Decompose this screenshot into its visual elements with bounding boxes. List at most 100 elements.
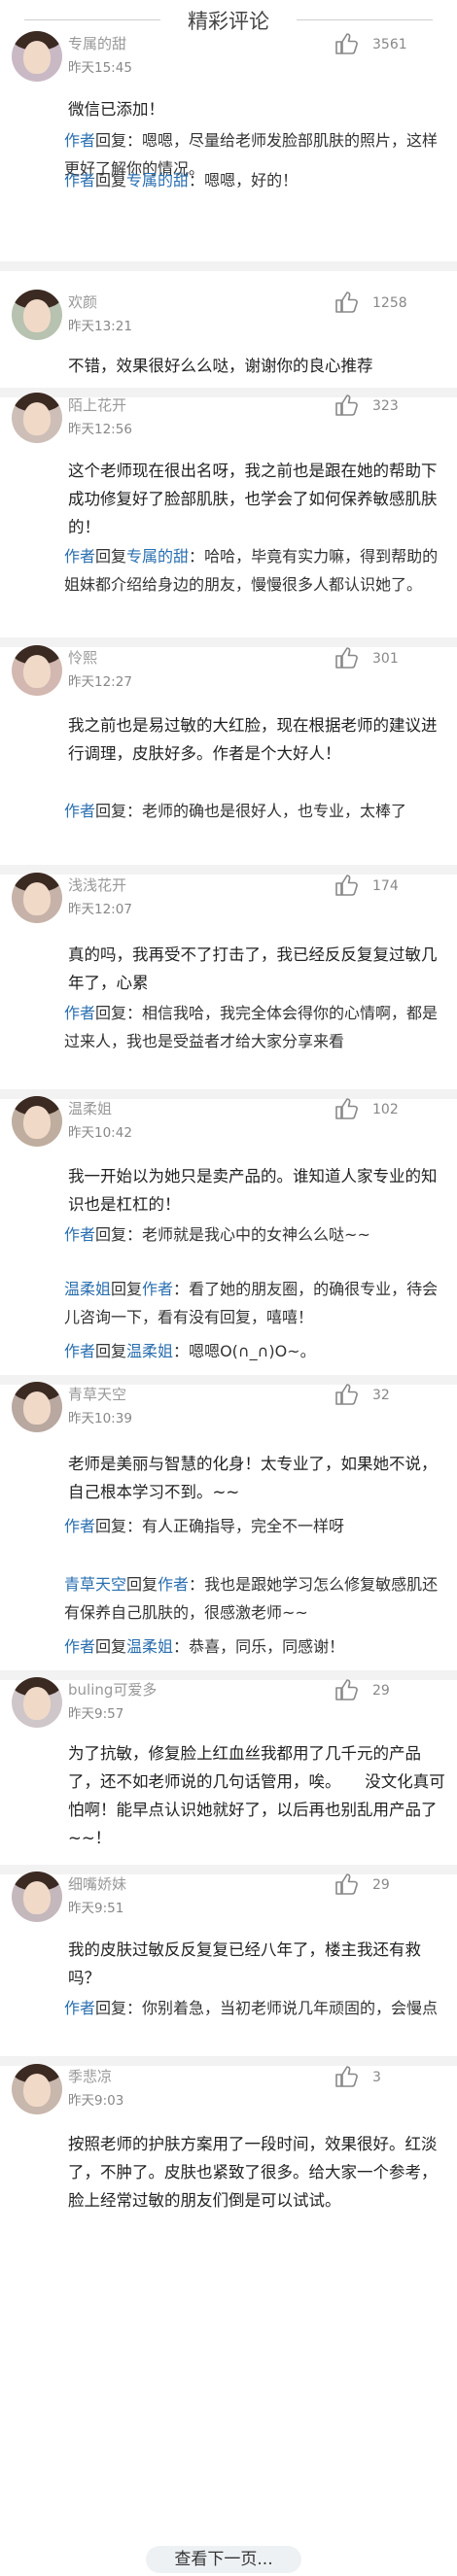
like-count: 102	[372, 1102, 399, 1117]
reply: 作者回复专属的甜：哈哈，毕竟有实力嘛，得到帮助的姐妹都介绍给身边的朋友，慢慢很多…	[64, 542, 445, 599]
divider	[297, 19, 433, 20]
reply-word: 回复	[95, 171, 127, 189]
comment-time: 昨天15:45	[68, 60, 132, 76]
comment-time: 昨天9:51	[68, 1901, 124, 1916]
reply-author[interactable]: 作者	[64, 131, 95, 150]
reply-target[interactable]: 作者	[142, 1280, 173, 1298]
comment-username[interactable]: 季悲凉	[68, 2066, 112, 2086]
like-icon[interactable]	[334, 1096, 359, 1121]
comment-body: 按照老师的护肤方案用了一段时间，效果很好。红淡了，不肿了。皮肤也紧致了很多。给大…	[68, 2135, 438, 2210]
reply-target[interactable]: 专属的甜	[126, 547, 189, 566]
comment-time: 昨天10:39	[68, 1411, 132, 1426]
like-icon[interactable]	[334, 1677, 359, 1702]
comment-username[interactable]: 浅浅花开	[68, 875, 126, 895]
avatar[interactable]	[12, 1677, 62, 1728]
like-icon[interactable]	[334, 2064, 359, 2089]
reply-text: 你别着急，当初老师说几年顽固的，会慢点	[142, 1999, 439, 2017]
reply-author[interactable]: 作者	[64, 1004, 95, 1022]
next-page-button[interactable]: 查看下一页...	[146, 2546, 301, 2573]
comment-body: 为了抗敏，修复脸上红血丝我都用了几千元的产品了，还不如老师说的几句话管用，唉。 …	[68, 1744, 445, 1847]
comment-username[interactable]: 欢颜	[68, 292, 97, 312]
avatar[interactable]	[12, 1096, 62, 1147]
reply-word: 回复	[95, 1517, 127, 1535]
like-count: 3561	[372, 37, 407, 52]
comment-time: 昨天9:03	[68, 2093, 124, 2109]
page: { "section_title": "精彩评论", "comments": […	[0, 0, 457, 2576]
avatar[interactable]	[12, 873, 62, 923]
reply-author[interactable]: 作者	[64, 802, 95, 820]
reply-word: 回复	[95, 131, 127, 150]
comment-body: 我的皮肤过敏反反复复已经八年了，楼主我还有救吗？	[68, 1941, 421, 1987]
reply-colon: ：	[173, 1637, 190, 1656]
avatar[interactable]	[12, 1382, 62, 1432]
comment-separator	[0, 865, 457, 875]
reply-author[interactable]: 作者	[64, 1225, 95, 1244]
reply-author[interactable]: 作者	[64, 1342, 95, 1360]
comment-username[interactable]: 温柔姐	[68, 1098, 112, 1118]
reply-author[interactable]: 作者	[64, 1517, 95, 1535]
reply-author[interactable]: 作者	[64, 1999, 95, 2017]
comment-username[interactable]: 专属的甜	[68, 33, 126, 53]
reply-target[interactable]: 作者	[158, 1575, 189, 1594]
reply-word: 回复	[95, 547, 127, 566]
avatar[interactable]	[12, 645, 62, 696]
reply-target[interactable]: 温柔姐	[126, 1342, 173, 1360]
reply-colon: ：	[189, 547, 205, 566]
reply-colon: ：	[189, 171, 205, 189]
comment-body: 不错，效果很好么么哒，谢谢你的良心推荐	[68, 357, 373, 375]
avatar[interactable]	[12, 2064, 62, 2114]
like-icon[interactable]	[334, 393, 359, 418]
reply: 作者回复：老师的确也是很好人，也专业，太棒了	[64, 797, 445, 825]
reply-author[interactable]: 作者	[64, 547, 95, 566]
reply-text: 恭喜，同乐，同感谢！	[189, 1637, 345, 1656]
reply-colon: ：	[126, 1999, 143, 2017]
reply: 作者回复专属的甜：嗯嗯，好的！	[64, 166, 445, 194]
reply-text: 嗯嗯，好的！	[204, 171, 299, 189]
section-title: 精彩评论	[188, 10, 269, 33]
reply-colon: ：	[126, 1225, 143, 1244]
reply: 作者回复温柔姐：恭喜，同乐，同感谢！	[64, 1632, 445, 1661]
comment-username[interactable]: buling可爱多	[68, 1679, 157, 1700]
like-icon[interactable]	[334, 873, 359, 898]
reply-author[interactable]: 温柔姐	[64, 1280, 111, 1298]
avatar[interactable]	[12, 290, 62, 340]
comment-username[interactable]: 细嘴娇妹	[68, 1873, 126, 1894]
reply-text: 老师就是我心中的女神么么哒~~	[142, 1225, 370, 1244]
reply-word: 回复	[95, 1225, 127, 1244]
reply-word: 回复	[111, 1280, 143, 1298]
like-icon[interactable]	[334, 1382, 359, 1407]
reply-target[interactable]: 专属的甜	[126, 171, 189, 189]
like-icon[interactable]	[334, 645, 359, 670]
like-icon[interactable]	[334, 1872, 359, 1897]
comment-username[interactable]: 怜熙	[68, 647, 97, 668]
reply-colon: ：	[126, 1517, 143, 1535]
reply-text: 有人正确指导，完全不一样呀	[142, 1517, 345, 1535]
reply-word: 回复	[95, 802, 127, 820]
like-icon[interactable]	[334, 290, 359, 315]
like-count: 323	[372, 398, 399, 414]
reply-target[interactable]: 温柔姐	[126, 1637, 173, 1656]
comment-username[interactable]: 陌上花开	[68, 395, 126, 415]
like-icon[interactable]	[334, 31, 359, 56]
reply-author[interactable]: 作者	[64, 171, 95, 189]
reply-word: 回复	[95, 1637, 127, 1656]
reply-text: 嗯嗯O(∩_∩)O~。	[189, 1342, 316, 1360]
reply: 青草天空回复作者：我也是跟她学习怎么修复敏感肌还有保养自己肌肤的，很感激老师~~	[64, 1570, 445, 1627]
comment-time: 昨天12:56	[68, 422, 132, 437]
comment-username[interactable]: 青草天空	[68, 1384, 126, 1404]
comment-time: 昨天13:21	[68, 319, 132, 334]
reply-word: 回复	[95, 1004, 127, 1022]
comment-body: 老师是美丽与智慧的化身！太专业了，如果她不说，自己根本学习不到。~~	[68, 1455, 438, 1501]
comment-body: 真的吗，我再受不了打击了，我已经反反复复过敏几年了，心累	[68, 945, 438, 992]
reply-author[interactable]: 作者	[64, 1637, 95, 1656]
avatar[interactable]	[12, 1872, 62, 1922]
comment-separator	[0, 637, 457, 647]
reply-colon: ：	[189, 1575, 205, 1594]
avatar[interactable]	[12, 393, 62, 443]
like-count: 29	[372, 1683, 390, 1699]
reply: 作者回复：老师就是我心中的女神么么哒~~	[64, 1220, 445, 1249]
comment-time: 昨天10:42	[68, 1125, 132, 1141]
reply: 作者回复：相信我哈，我完全体会得你的心情啊，都是过来人，我也是受益者才给大家分享…	[64, 999, 445, 1055]
reply-author[interactable]: 青草天空	[64, 1575, 126, 1594]
avatar[interactable]	[12, 31, 62, 82]
